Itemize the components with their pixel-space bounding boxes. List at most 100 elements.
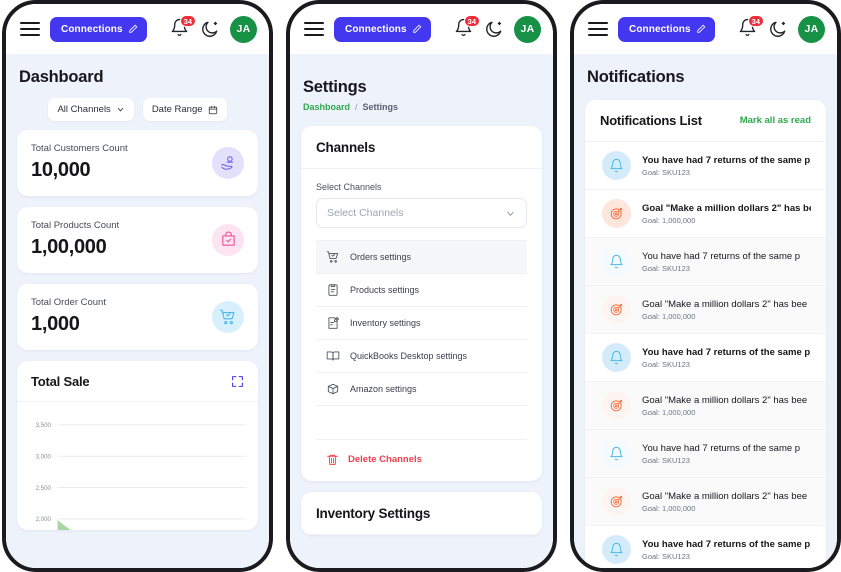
chevron-down-icon — [117, 107, 123, 112]
stat-value: 10,000 — [31, 159, 91, 181]
all-channels-filter-label: All Channels — [57, 104, 111, 115]
stat-card-orders[interactable]: Total Order Count 1,000 — [17, 284, 258, 350]
page-title: Settings — [303, 78, 367, 96]
stat-label: Total Customers Count — [31, 143, 128, 154]
phone-settings: Connections 34 JA Settings Dashboard / S… — [286, 0, 557, 572]
notification-subtitle: Goal: SKU123 — [642, 167, 690, 177]
settings-page: Settings Dashboard / Settings Channels S… — [290, 54, 553, 568]
notification-row[interactable]: You have had 7 returns of the same p Goal… — [585, 334, 826, 382]
menu-spacer — [316, 406, 527, 440]
page-title: Notifications — [587, 68, 685, 86]
notification-subtitle: Goal: 1,000,000 — [642, 503, 696, 513]
notification-subtitle: Goal: SKU123 — [642, 263, 690, 273]
all-channels-filter[interactable]: All Channels — [48, 98, 134, 121]
menu-item-label: QuickBooks Desktop settings — [350, 351, 468, 361]
mark-all-as-read-button[interactable]: Mark all as read — [740, 115, 811, 126]
moon-icon[interactable] — [484, 19, 504, 39]
stat-label: Total Products Count — [31, 220, 120, 231]
chart-area-series — [57, 520, 247, 530]
stat-card-customers[interactable]: Total Customers Count 10,000 — [17, 130, 258, 196]
bell-icon — [610, 350, 623, 365]
notification-row[interactable]: Goal "Make a million dollars 2" has bee G… — [585, 286, 826, 334]
three-phone-mockups: Connections 34 JA Dashboard All Channels — [0, 0, 841, 572]
chart-gridlines — [57, 424, 247, 520]
notifications-list-card: Notifications List Mark all as read You … — [585, 100, 826, 568]
notification-subtitle: Goal: SKU123 — [642, 551, 690, 561]
notification-subtitle: Goal: SKU123 — [642, 455, 690, 465]
notification-subtitle: Goal: 1,000,000 — [642, 311, 696, 321]
expand-arrows-icon[interactable] — [231, 375, 244, 388]
breadcrumb-current: Settings — [362, 102, 399, 112]
notifications-bell-button[interactable]: 34 — [454, 15, 480, 40]
bell-icon — [610, 254, 623, 269]
trash-icon — [327, 454, 338, 465]
breadcrumb-link-dashboard[interactable]: Dashboard — [303, 102, 350, 112]
calendar-icon — [208, 105, 217, 114]
inventory-settings-card[interactable]: Inventory Settings — [301, 492, 542, 535]
channels-card-body: Select Channels Select Channels Orders s… — [301, 169, 542, 481]
notification-row[interactable]: You have had 7 returns of the same p Goal… — [585, 238, 826, 286]
notification-row[interactable]: You have had 7 returns of the same p Goal… — [585, 526, 826, 568]
menu-item-orders-settings[interactable]: Orders settings — [316, 241, 527, 274]
menu-item-quickbooks-desktop-settings[interactable]: QuickBooks Desktop settings — [316, 340, 527, 373]
target-icon — [610, 208, 623, 220]
hamburger-icon[interactable] — [588, 22, 608, 36]
stat-card-products[interactable]: Total Products Count 1,00,000 — [17, 207, 258, 273]
channels-card: Channels Select Channels Select Channels… — [301, 126, 542, 481]
notification-text: You have had 7 returns of the same p Goal… — [642, 251, 800, 273]
menu-item-label: Amazon settings — [350, 384, 417, 394]
notifications-bell-button[interactable]: 34 — [170, 15, 196, 40]
avatar[interactable]: JA — [798, 15, 825, 43]
menu-item-products-settings[interactable]: Products settings — [316, 274, 527, 307]
notification-text: You have had 7 returns of the same p Goal… — [642, 155, 810, 177]
menu-item-amazon-settings[interactable]: Amazon settings — [316, 373, 527, 406]
date-range-filter[interactable]: Date Range — [142, 98, 227, 121]
pencil-icon — [128, 24, 138, 33]
shopping-bag-icon — [212, 223, 244, 256]
notification-row[interactable]: Goal "Make a million dollars 2" has be Go… — [585, 190, 826, 238]
bell-icon — [602, 343, 631, 372]
bell-icon — [610, 446, 623, 461]
notification-row[interactable]: Goal "Make a million dollars 2" has bee G… — [585, 478, 826, 526]
connections-button[interactable]: Connections — [618, 16, 715, 42]
select-channels-dropdown[interactable]: Select Channels — [316, 198, 527, 228]
notifications-rows[interactable]: You have had 7 returns of the same p Goal… — [585, 142, 826, 568]
edit-document-icon — [328, 317, 339, 329]
avatar[interactable]: JA — [514, 15, 541, 43]
bell-icon — [610, 542, 623, 557]
hamburger-icon[interactable] — [20, 22, 40, 36]
topbar-settings: Connections 34 JA — [290, 4, 553, 54]
target-icon — [602, 199, 631, 228]
menu-item-label: Orders settings — [350, 252, 412, 262]
hamburger-icon[interactable] — [304, 22, 324, 36]
chart-svg: 3,500 3,000 2,500 2,000 — [36, 423, 247, 530]
notification-text: Goal "Make a million dollars 2" has bee G… — [642, 299, 807, 321]
delete-channels-label: Delete Channels — [348, 454, 422, 465]
notification-title: You have had 7 returns of the same p — [642, 154, 811, 166]
notification-title: You have had 7 returns of the same p — [642, 346, 811, 358]
delete-channels-button[interactable]: Delete Channels — [316, 440, 527, 481]
notification-text: You have had 7 returns of the same p Goal… — [642, 539, 810, 561]
customer-hand-icon — [212, 146, 244, 179]
connections-button-label: Connections — [345, 23, 407, 35]
moon-icon[interactable] — [768, 19, 788, 39]
notification-row[interactable]: You have had 7 returns of the same p Goal… — [585, 430, 826, 478]
bell-icon — [610, 158, 623, 173]
connections-button[interactable]: Connections — [50, 16, 147, 42]
notification-row[interactable]: You have had 7 returns of the same p Goal… — [585, 142, 826, 190]
channels-card-header: Channels — [301, 126, 542, 169]
avatar[interactable]: JA — [230, 15, 257, 43]
notification-row[interactable]: Goal "Make a million dollars 2" has bee G… — [585, 382, 826, 430]
channels-card-title: Channels — [316, 140, 376, 155]
bell-badge-count: 34 — [747, 15, 764, 27]
topbar-dashboard: Connections 34 JA — [6, 4, 269, 54]
connections-button[interactable]: Connections — [334, 16, 431, 42]
moon-icon[interactable] — [200, 19, 220, 39]
menu-item-inventory-settings[interactable]: Inventory settings — [316, 307, 527, 340]
notifications-bell-button[interactable]: 34 — [738, 15, 764, 40]
select-channels-label: Select Channels — [316, 182, 382, 192]
notification-subtitle: Goal: 1,000,000 — [642, 407, 696, 417]
phone-notifications: Connections 34 JA Notifications Notifica… — [570, 0, 841, 572]
notification-title: Goal "Make a million dollars 2" has bee — [642, 298, 808, 310]
dashboard-page: Dashboard All Channels Date Range Total … — [6, 54, 269, 568]
